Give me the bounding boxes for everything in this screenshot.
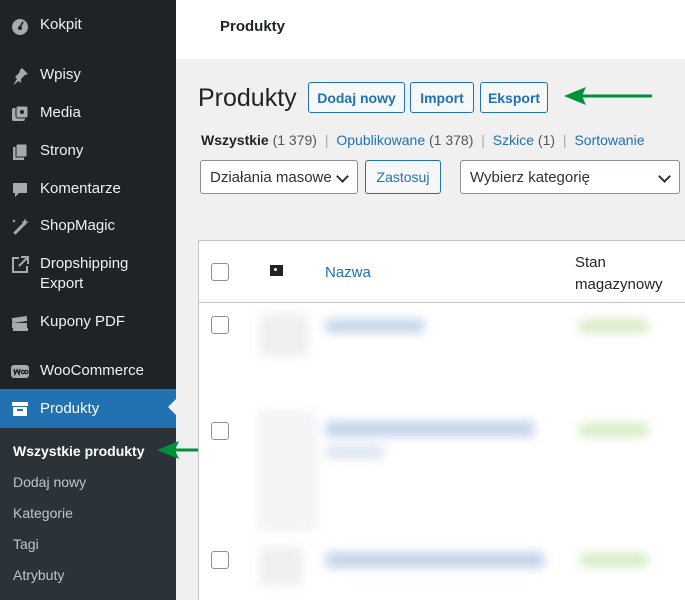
- admin-sidebar: Kokpit Wpisy Media Strony Komentarze Sho…: [0, 0, 176, 600]
- bulk-actions-select[interactable]: Działania masowe: [200, 160, 358, 194]
- table-header: Nazwa Stan magazynowy: [199, 241, 685, 303]
- magic-wand-icon: [9, 216, 31, 238]
- filter-all[interactable]: Wszystkie: [201, 132, 269, 148]
- image-column-icon: [270, 265, 283, 276]
- page-title: Produkty: [198, 84, 297, 112]
- chevron-down-icon: [658, 170, 671, 183]
- header-title: Produkty: [220, 18, 286, 35]
- submenu-item-kategorie[interactable]: Kategorie: [13, 505, 73, 521]
- sidebar-item-label: Kokpit: [40, 16, 82, 33]
- export-button[interactable]: Eksport: [480, 82, 548, 113]
- sidebar-item-produkty[interactable]: Produkty: [0, 389, 176, 428]
- archive-icon: [9, 398, 31, 420]
- bulk-actions-value: Działania masowe: [210, 168, 332, 186]
- product-thumbnail-blurred: [259, 313, 309, 357]
- sidebar-item-label: WooCommerce: [40, 362, 144, 379]
- category-select-value: Wybierz kategorię: [470, 168, 590, 186]
- woocommerce-icon: [9, 361, 31, 383]
- export-icon: [9, 254, 31, 276]
- column-stock: Stan magazynowy: [575, 252, 663, 296]
- row-checkbox[interactable]: [211, 422, 229, 440]
- submenu-item-tagi[interactable]: Tagi: [13, 536, 39, 552]
- sidebar-item-label: Media: [40, 104, 81, 121]
- comment-icon: [9, 179, 31, 201]
- top-header: Produkty: [176, 0, 685, 59]
- filter-separator: |: [481, 132, 485, 148]
- sidebar-item-label: Komentarze: [40, 180, 121, 197]
- product-thumbnail-blurred: [259, 546, 303, 586]
- status-filters: Wszystkie (1 379) | Opublikowane (1 378)…: [201, 132, 645, 148]
- sidebar-item-label: Kupony PDF: [40, 313, 126, 330]
- add-new-button[interactable]: Dodaj nowy: [308, 82, 405, 113]
- filter-drafts-count: (1): [537, 132, 556, 148]
- submenu-item-wszystkie-produkty[interactable]: Wszystkie produkty: [13, 443, 144, 459]
- products-table: Nazwa Stan magazynowy: [198, 240, 685, 600]
- product-name-blurred: [325, 421, 535, 437]
- product-name-blurred: [325, 319, 425, 333]
- column-stock-line2: magazynowy: [575, 276, 663, 293]
- row-checkbox[interactable]: [211, 316, 229, 334]
- produkty-submenu: Wszystkie produkty Dodaj nowy Kategorie …: [0, 428, 176, 600]
- sidebar-item-label: Produkty: [40, 400, 100, 417]
- submenu-item-dodaj-nowy[interactable]: Dodaj nowy: [13, 474, 86, 490]
- filter-drafts[interactable]: Szkice: [493, 132, 534, 148]
- submenu-item-atrybuty[interactable]: Atrybuty: [13, 567, 64, 583]
- pages-icon: [9, 141, 31, 163]
- filter-published-count: (1 378): [429, 132, 474, 148]
- import-button[interactable]: Import: [410, 82, 474, 113]
- product-sku-blurred: [325, 446, 385, 458]
- category-select[interactable]: Wybierz kategorię: [460, 160, 680, 194]
- filter-published[interactable]: Opublikowane: [336, 132, 425, 148]
- sidebar-item-label: ShopMagic: [40, 217, 116, 234]
- sidebar-item-dropshipping-export[interactable]: Dropshipping Export: [0, 254, 176, 296]
- filter-all-count: (1 379): [272, 132, 317, 148]
- filter-separator: |: [324, 132, 329, 148]
- product-name-blurred: [325, 552, 545, 568]
- annotation-arrow-export: [564, 87, 652, 105]
- sidebar-item-label: Wpisy: [40, 66, 81, 83]
- row-checkbox[interactable]: [211, 551, 229, 569]
- stock-status-blurred: [579, 319, 649, 333]
- product-thumbnail-blurred: [257, 411, 317, 531]
- stock-status-blurred: [579, 423, 649, 437]
- pin-icon: [9, 65, 31, 87]
- stock-status-blurred: [579, 553, 649, 567]
- column-stock-line1: Stan: [575, 254, 606, 271]
- filter-separator: |: [562, 132, 567, 148]
- column-name[interactable]: Nazwa: [325, 264, 371, 281]
- sidebar-item-label: Strony: [40, 142, 84, 159]
- chevron-down-icon: [336, 170, 349, 183]
- select-all-checkbox[interactable]: [211, 263, 229, 281]
- filter-sorting[interactable]: Sortowanie: [574, 132, 644, 148]
- coupons-icon: [9, 312, 31, 334]
- media-icon: [9, 103, 31, 125]
- apply-button[interactable]: Zastosuj: [365, 160, 441, 194]
- sidebar-item-label: Dropshipping Export: [40, 255, 129, 292]
- dashboard-icon: [9, 15, 31, 37]
